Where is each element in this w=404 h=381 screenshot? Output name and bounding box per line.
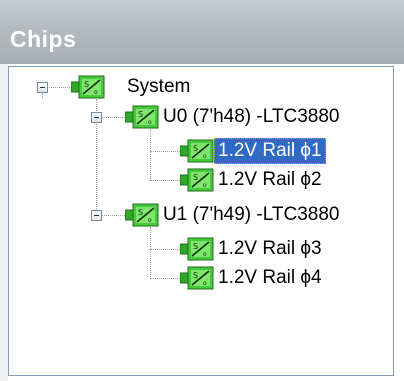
tree-line [150,180,180,181]
tree-line [101,117,125,118]
collapse-icon[interactable] [37,82,48,93]
tree-node-label: 1.2V Rail ϕ1 [214,138,326,164]
power-module-icon: S o [125,203,159,227]
collapse-icon[interactable] [91,112,102,123]
panel-title: Chips [10,26,77,52]
tree-line [150,249,180,250]
power-module-icon: S o [71,75,105,99]
tree-node-device[interactable]: S o U0 (7'h48) -LTC3880 [125,104,395,130]
svg-text:S: S [138,110,143,119]
svg-text:S: S [193,242,198,251]
svg-text:S: S [193,271,198,280]
tree-line [150,129,151,181]
tree-node-label: 1.2V Rail ϕ3 [218,238,322,259]
tree-node-device[interactable]: S o U1 (7'h49) -LTC3880 [125,202,395,228]
panel-left-edge [0,64,8,381]
svg-text:S: S [84,80,89,89]
svg-text:o: o [203,153,207,160]
power-module-icon: S o [180,168,214,192]
tree-node-rail[interactable]: S o 1.2V Rail ϕ1 [180,138,380,164]
tree-line [150,151,180,152]
panel-header: Chips [0,0,404,64]
tree-node-rail[interactable]: S o 1.2V Rail ϕ2 [180,167,380,193]
tree-line [150,227,151,279]
svg-text:S: S [138,208,143,217]
tree-node-label: System [127,76,191,97]
svg-text:o: o [203,182,207,189]
svg-text:S: S [193,173,198,182]
collapse-icon[interactable] [91,210,102,221]
tree-node-label: 1.2V Rail ϕ2 [218,169,322,190]
tree-node-system[interactable]: S o System [71,74,251,100]
tree-line [150,278,180,279]
svg-text:S: S [193,144,198,153]
tree-node-label: 1.2V Rail ϕ4 [218,267,322,288]
tree-line [101,215,125,216]
chips-panel: Chips S o System S o U0 (7'h48) -LTC3880… [0,0,404,381]
tree-node-rail[interactable]: S o 1.2V Rail ϕ3 [180,236,380,262]
power-module-icon: S o [180,237,214,261]
svg-text:o: o [203,251,207,258]
svg-text:o: o [94,89,98,96]
tree-line [42,93,43,99]
tree-node-label: U1 (7'h49) -LTC3880 [163,204,340,225]
svg-text:o: o [148,217,152,224]
power-module-icon: S o [125,105,159,129]
svg-text:o: o [203,280,207,287]
tree-node-label: U0 (7'h48) -LTC3880 [163,106,340,127]
power-module-icon: S o [180,266,214,290]
power-module-icon: S o [180,139,214,163]
tree-node-rail[interactable]: S o 1.2V Rail ϕ4 [180,265,380,291]
svg-text:o: o [148,119,152,126]
chip-tree[interactable]: S o System S o U0 (7'h48) -LTC3880 S o 1… [8,66,394,376]
